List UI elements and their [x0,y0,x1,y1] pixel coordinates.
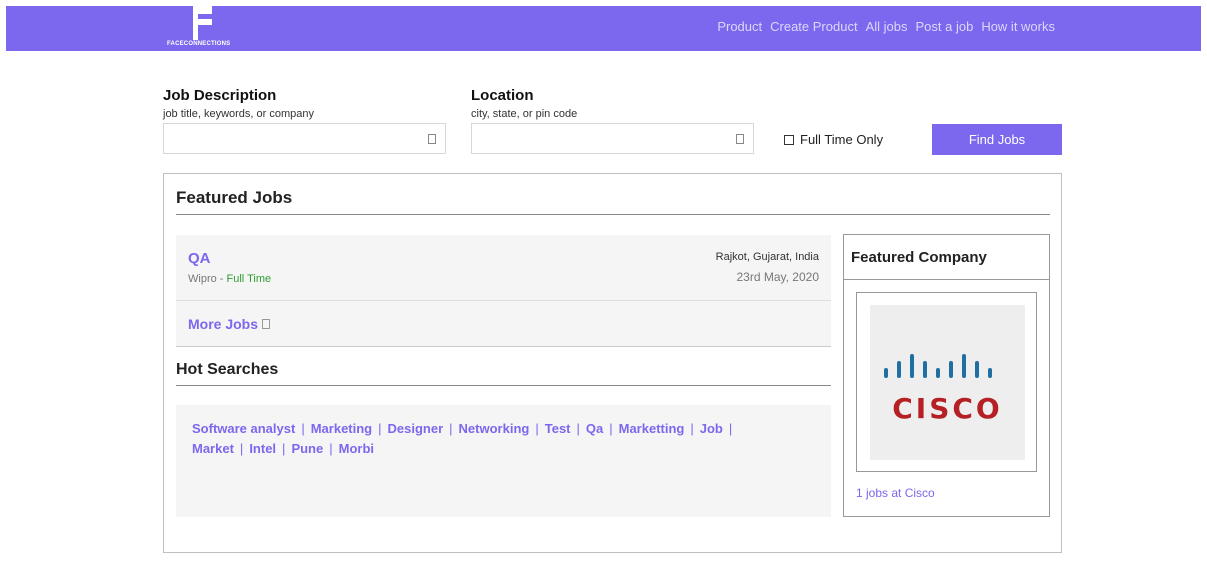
separator: | [378,421,382,436]
separator: | [690,421,694,436]
nav-product[interactable]: Product [717,19,762,34]
divider [176,385,831,386]
nav-post-a-job[interactable]: Post a job [915,19,973,34]
separator: | [301,421,305,436]
hot-search-link[interactable]: Qa [586,421,603,436]
input-widget-icon [736,134,744,144]
hot-search-link[interactable]: Test [545,421,571,436]
more-jobs-row: More Jobs [176,301,831,347]
hot-search-link[interactable]: Morbi [339,441,374,456]
find-jobs-button[interactable]: Find Jobs [932,124,1062,155]
separator: | [728,421,733,436]
separator: | [535,421,539,436]
separator: | [449,421,453,436]
job-date: 23rd May, 2020 [736,270,820,284]
nav-all-jobs[interactable]: All jobs [866,19,908,34]
hot-searches-box: Software analyst | Marketing | Designer | Netw… [176,405,831,517]
brand-name: FACECONNECTIONS [167,41,231,47]
company-logo: CISCO [870,305,1025,460]
cisco-bars-icon [884,354,992,378]
hot-search-link[interactable]: Designer [388,421,444,436]
hot-search-link[interactable]: Job [700,421,723,436]
hot-search-link[interactable]: Pune [291,441,323,456]
hot-search-link[interactable]: Marketing [311,421,372,436]
hot-searches-title: Hot Searches [176,361,279,378]
location-input[interactable] [471,123,754,154]
hot-search-link[interactable]: Marketting [619,421,685,436]
full-time-checkbox[interactable] [784,134,794,145]
separator: | [239,441,244,456]
hot-search-link[interactable]: Software analyst [192,421,295,436]
job-company: Wipro [188,273,217,285]
featured-jobs-panel: Featured Jobs QA Wipro - Full Time Rajko… [163,173,1062,553]
hot-search-link[interactable]: Networking [459,421,530,436]
featured-company-title: Featured Company [851,249,987,266]
divider [844,279,1049,280]
job-title-link[interactable]: QA [188,250,211,267]
company-logo-frame[interactable]: CISCO [856,292,1037,472]
location-hint: city, state, or pin code [471,108,578,120]
cisco-wordmark: CISCO [892,392,1003,425]
separator: | [329,441,333,456]
separator: | [282,441,286,456]
hot-searches-list: Software analyst | Marketing | Designer | Netw… [192,419,782,459]
more-jobs-link[interactable]: More Jobs [188,316,271,332]
location-label: Location [471,87,534,104]
hot-search-link[interactable]: Intel [249,441,276,456]
top-navbar: FACECONNECTIONS Product Create Product A… [6,6,1201,51]
nav-create-product[interactable]: Create Product [770,19,857,34]
separator: | [609,421,613,436]
featured-company-card: Featured Company CISCO 1 jobs at Cisco [843,234,1050,517]
job-card[interactable]: QA Wipro - Full Time Rajkot, Gujarat, In… [176,235,831,301]
input-widget-icon [428,134,436,144]
divider [176,214,1050,215]
main-nav: Product Create Product All jobs Post a j… [717,19,1055,34]
job-company-line: Wipro - Full Time [188,273,272,285]
featured-jobs-title: Featured Jobs [176,188,293,207]
job-description-hint: job title, keywords, or company [163,108,315,120]
hot-search-link[interactable]: Market [192,441,234,456]
brand-logo[interactable]: FACECONNECTIONS [163,6,243,51]
job-description-input[interactable] [163,123,446,154]
full-time-toggle[interactable]: Full Time Only [784,132,883,147]
separator: | [576,421,580,436]
job-type: Full Time [226,273,272,285]
job-description-label: Job Description [163,87,277,104]
job-location: Rajkot, Gujarat, India [715,251,819,263]
full-time-label: Full Time Only [800,132,884,147]
more-jobs-label: More Jobs [188,316,259,332]
arrow-icon [262,319,271,329]
nav-how-it-works[interactable]: How it works [981,19,1055,34]
company-jobs-link[interactable]: 1 jobs at Cisco [856,486,935,500]
logo-mark-icon [193,6,212,40]
